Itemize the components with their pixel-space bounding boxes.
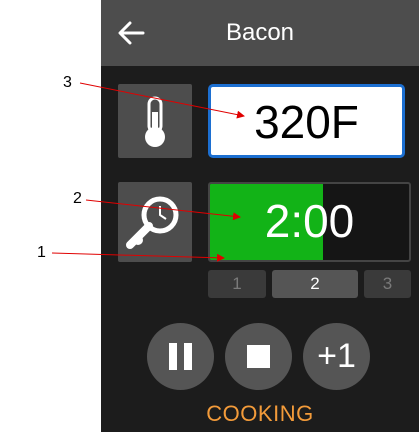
- cooker-screen: Bacon 320F 2:00 1 2 3 +1 COOKING: [101, 0, 419, 432]
- probe-tile[interactable]: [118, 182, 192, 262]
- stop-button[interactable]: [225, 323, 292, 390]
- timer-display[interactable]: 2:00: [208, 182, 411, 262]
- probe-timer-icon: [126, 196, 179, 249]
- callout-2: 2: [73, 190, 82, 207]
- temperature-display[interactable]: 320F: [208, 84, 405, 158]
- add-minute-button[interactable]: +1: [303, 323, 370, 390]
- step-3-button[interactable]: 3: [364, 270, 411, 298]
- callout-3: 3: [63, 74, 72, 91]
- step-1-button[interactable]: 1: [208, 270, 266, 298]
- stop-icon: [247, 345, 270, 368]
- timer-value: 2:00: [264, 195, 355, 247]
- step-2-button[interactable]: 2: [272, 270, 358, 298]
- pause-icon: [169, 343, 192, 370]
- pause-button[interactable]: [147, 323, 214, 390]
- add-minute-label: +1: [317, 337, 356, 375]
- status-text: COOKING: [206, 401, 314, 426]
- top-bar: Bacon: [101, 0, 419, 66]
- page-title: Bacon: [225, 19, 295, 46]
- thermometer-icon: [145, 96, 165, 147]
- temperature-value: 320F: [254, 96, 359, 148]
- callout-1: 1: [37, 244, 46, 261]
- temperature-tile[interactable]: [118, 84, 192, 158]
